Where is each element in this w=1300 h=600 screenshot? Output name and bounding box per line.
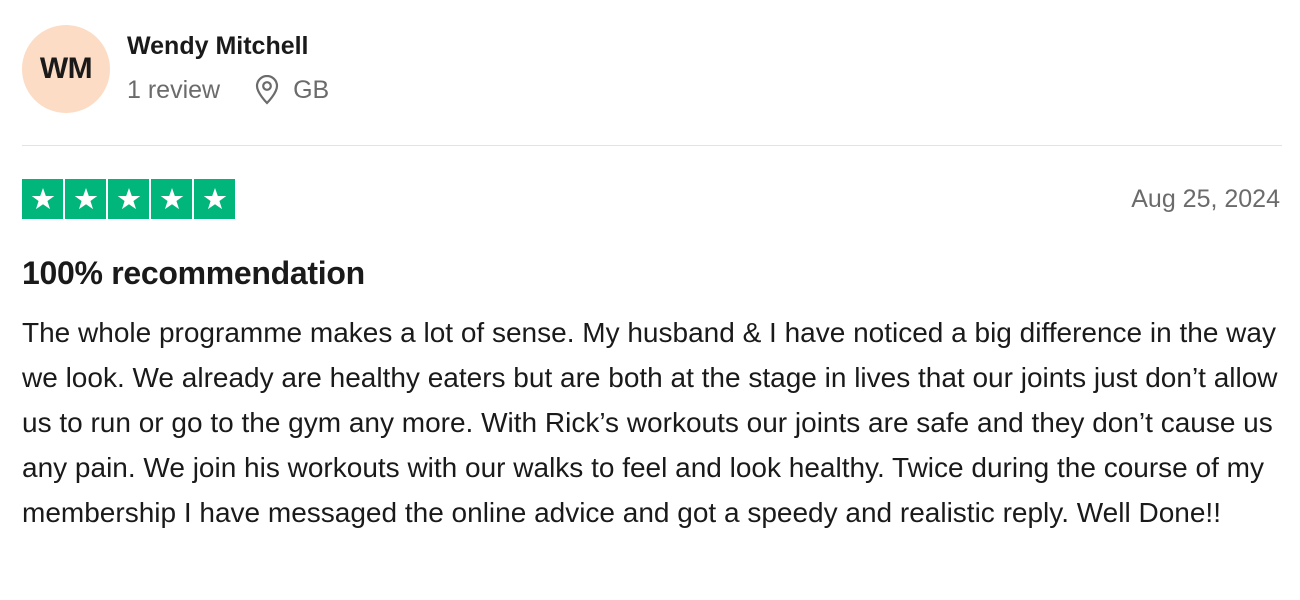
- consumer-info: Wendy Mitchell 1 review GB: [127, 25, 329, 105]
- divider: [22, 145, 1282, 146]
- consumer-meta: 1 review GB: [127, 74, 330, 105]
- star-icon: [151, 179, 192, 219]
- review-card: WM Wendy Mitchell 1 review GB Aug 25, 20…: [0, 0, 1300, 600]
- consumer-location: GB: [254, 74, 330, 105]
- consumer-name[interactable]: Wendy Mitchell: [127, 31, 329, 61]
- star-rating: [22, 179, 235, 219]
- consumer-header: WM Wendy Mitchell 1 review GB: [22, 25, 329, 113]
- location-pin-icon: [254, 74, 280, 105]
- review-title[interactable]: 100% recommendation: [22, 254, 365, 292]
- star-icon: [65, 179, 106, 219]
- star-icon: [194, 179, 235, 219]
- review-body: The whole programme makes a lot of sense…: [22, 317, 1278, 528]
- review-date: Aug 25, 2024: [1131, 185, 1280, 213]
- country-code: GB: [293, 76, 330, 104]
- star-icon: [108, 179, 149, 219]
- avatar[interactable]: WM: [22, 25, 110, 113]
- review-count[interactable]: 1 review: [127, 75, 220, 105]
- star-icon: [22, 179, 63, 219]
